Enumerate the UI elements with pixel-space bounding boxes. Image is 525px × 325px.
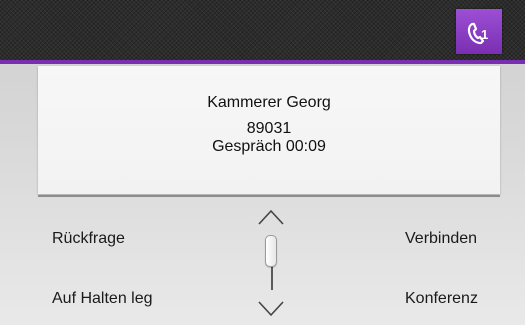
chevron-up-icon[interactable]	[257, 208, 285, 226]
svg-text:1: 1	[481, 27, 488, 42]
top-bar	[0, 0, 525, 60]
caller-number: 89031	[246, 120, 292, 137]
verbinden-button[interactable]: Verbinden	[405, 230, 477, 248]
phone-call-screen: 1 Kammerer Georg 89031 Gespräch 00:09 Rü…	[0, 0, 525, 325]
caller-name: Kammerer Georg	[207, 94, 331, 111]
phone-handset-icon: 1	[467, 22, 488, 44]
chevron-down-icon[interactable]	[257, 300, 285, 318]
phone-button[interactable]: 1	[456, 9, 502, 54]
card-divider	[38, 195, 500, 197]
rueckfrage-button[interactable]: Rückfrage	[52, 230, 125, 248]
scroll-thumb[interactable]	[265, 235, 277, 267]
hold-button[interactable]: Auf Halten leg	[52, 290, 153, 308]
call-status: Gespräch 00:09	[212, 138, 326, 155]
accent-line	[0, 60, 525, 64]
konferenz-button[interactable]: Konferenz	[405, 290, 478, 308]
call-info-card: Kammerer Georg 89031 Gespräch 00:09	[38, 66, 500, 194]
